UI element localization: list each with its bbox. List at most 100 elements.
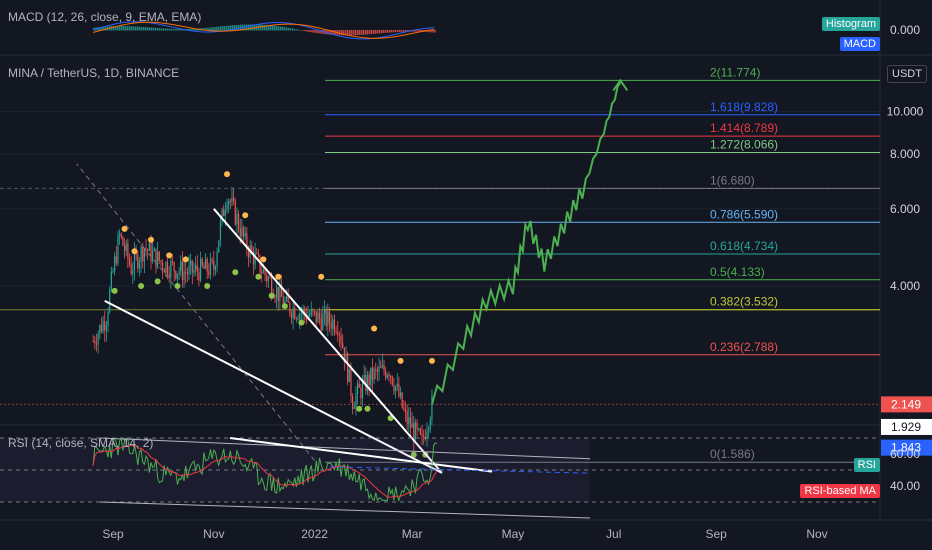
candle-body [380, 366, 382, 368]
fib-level-label: 0.382(3.532) [710, 295, 778, 309]
fib-trend-dashed [76, 163, 316, 461]
rsi-ma-badge[interactable]: RSI-based MA [800, 484, 880, 498]
macd-histogram-bar [132, 26, 135, 31]
candle-body [233, 197, 235, 201]
histogram-badge[interactable]: Histogram [821, 17, 880, 31]
macd-histogram-bar [341, 30, 343, 36]
upper-trendline[interactable] [213, 208, 443, 474]
candle-body [196, 265, 198, 272]
macd-histogram-bar [374, 30, 377, 34]
macd-badge[interactable]: MACD [839, 37, 880, 51]
macd-histogram-bar [362, 30, 365, 35]
macd-histogram-bar [138, 26, 141, 31]
candle-body [315, 311, 317, 323]
rsi-badge[interactable]: RSI [853, 458, 880, 472]
candle-body [191, 260, 193, 273]
candle-body [211, 259, 213, 261]
candle-body [385, 371, 387, 378]
candle-body [358, 383, 360, 388]
candle-body [99, 324, 101, 334]
macd-histogram-bar [192, 28, 194, 31]
candle-body [188, 265, 190, 274]
candle-body [216, 252, 218, 267]
candle-body [403, 407, 405, 410]
candle-body [161, 262, 164, 270]
candle-body [175, 271, 177, 279]
macd-histogram-bar [222, 26, 224, 31]
candle-body [318, 312, 321, 319]
candle-body [242, 226, 245, 237]
fib-level-label: 0(1.586) [710, 447, 755, 461]
macd-histogram-bar [158, 28, 161, 31]
candle-body [181, 261, 184, 280]
candle-body [408, 417, 410, 424]
candle-body [267, 277, 269, 282]
candle-body [130, 264, 132, 274]
candle-body [328, 311, 331, 323]
candle-body [236, 214, 238, 225]
candle-body [237, 214, 240, 229]
macd-histogram-bar [152, 27, 155, 31]
macd-histogram-bar [172, 28, 174, 31]
y-tick-label: 4.000 [890, 279, 920, 293]
candle-body [198, 271, 200, 281]
macd-histogram-bar [352, 30, 355, 36]
candle-body [312, 309, 314, 312]
macd-histogram-bar [224, 25, 226, 31]
candle-body [404, 409, 407, 412]
macd-histogram-bar [376, 30, 379, 34]
y-tick-label: 8.000 [890, 147, 920, 161]
candle-body [148, 242, 150, 251]
fractal-top-dot [371, 325, 378, 332]
candle-body [155, 248, 157, 268]
projection-path[interactable] [430, 82, 622, 405]
macd-histogram-bar [372, 30, 375, 34]
candle-body [414, 422, 417, 440]
macd-histogram-bar [380, 30, 383, 34]
candle-body [163, 269, 165, 273]
fractal-bottom-dot [356, 405, 363, 412]
candle-body [325, 309, 327, 327]
candle-body [376, 369, 379, 372]
candle-body [310, 309, 312, 316]
macd-histogram-bar [166, 28, 169, 31]
currency-button[interactable]: USDT [887, 65, 927, 83]
candle-body [195, 265, 197, 270]
candle-body [285, 296, 288, 301]
candle-body [399, 392, 402, 397]
candle-body [138, 261, 141, 269]
candle-body [394, 386, 397, 392]
candle-body [209, 259, 212, 275]
candle-body [114, 256, 116, 272]
macd-histogram-bar [348, 30, 351, 36]
candle-body [289, 302, 291, 314]
fractal-top-dot [148, 236, 155, 243]
candle-body [95, 343, 98, 345]
fib-level-label: 1.618(9.828) [710, 100, 778, 114]
x-tick-label: 2022 [301, 527, 328, 541]
candle-body [218, 240, 220, 253]
macd-histogram-bar [287, 27, 290, 31]
candle-body [132, 270, 134, 274]
macd-histogram-bar [301, 30, 303, 31]
macd-histogram-bar [303, 30, 305, 32]
candle-body [122, 236, 124, 246]
candle-body [347, 353, 349, 382]
macd-histogram-bar [416, 30, 418, 32]
macd-histogram-bar [358, 30, 361, 35]
rsi-axis-label: 40.00 [890, 479, 920, 493]
fractal-bottom-dot [174, 283, 181, 290]
fractal-top-dot [397, 357, 404, 364]
fib-level-label: 2(11.774) [710, 65, 760, 79]
macd-histogram-bar [289, 28, 291, 31]
candle-body [171, 261, 174, 263]
candle-body [375, 368, 377, 370]
candle-body [180, 261, 182, 272]
candle-body [150, 242, 152, 262]
macd-histogram-bar [273, 25, 276, 31]
macd-histogram-bar [277, 26, 280, 31]
candle-body [157, 251, 159, 268]
macd-histogram-bar [390, 30, 393, 33]
candle-body [241, 226, 243, 237]
fractal-bottom-dot [204, 283, 211, 290]
